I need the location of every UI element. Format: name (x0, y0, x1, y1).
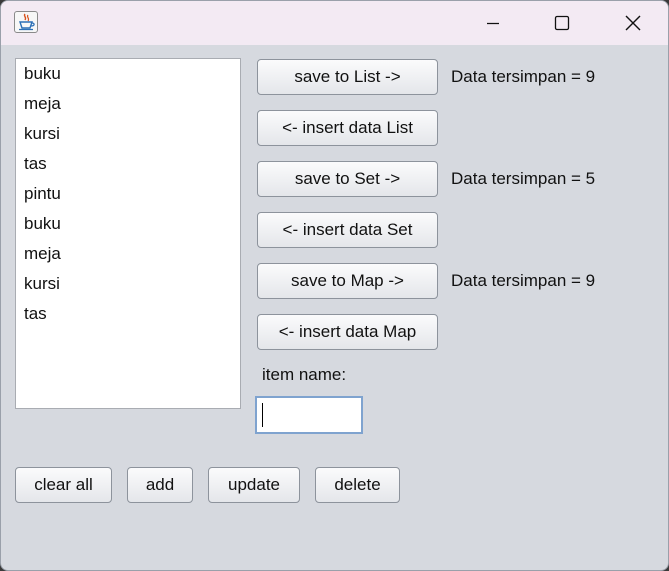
list-item[interactable]: kursi (16, 119, 240, 149)
title-bar (1, 1, 668, 45)
add-button[interactable]: add (127, 467, 193, 503)
list-item[interactable]: meja (16, 89, 240, 119)
list-item[interactable]: buku (16, 209, 240, 239)
close-button[interactable] (610, 1, 656, 45)
minimize-button[interactable] (470, 1, 516, 45)
clear-all-button[interactable]: clear all (15, 467, 112, 503)
close-icon (625, 15, 641, 31)
list-item[interactable]: tas (16, 149, 240, 179)
save-to-set-button[interactable]: save to Set -> (257, 161, 438, 197)
update-button[interactable]: update (208, 467, 300, 503)
list-item[interactable]: pintu (16, 179, 240, 209)
item-list[interactable]: buku meja kursi tas pintu buku meja kurs… (15, 58, 241, 409)
minimize-icon (487, 22, 499, 25)
list-item[interactable]: kursi (16, 269, 240, 299)
app-window: buku meja kursi tas pintu buku meja kurs… (0, 0, 669, 571)
insert-list-button[interactable]: <- insert data List (257, 110, 438, 146)
insert-map-button[interactable]: <- insert data Map (257, 314, 438, 350)
insert-set-button[interactable]: <- insert data Set (257, 212, 438, 248)
list-item[interactable]: meja (16, 239, 240, 269)
list-item[interactable]: tas (16, 299, 240, 329)
set-count-label: Data tersimpan = 5 (451, 169, 596, 188)
java-cup-icon (14, 11, 38, 33)
save-to-map-button[interactable]: save to Map -> (257, 263, 438, 299)
list-item[interactable]: buku (16, 59, 240, 89)
map-count-label: Data tersimpan = 9 (451, 271, 596, 290)
item-name-label: item name: (262, 365, 347, 384)
delete-button[interactable]: delete (315, 467, 400, 503)
maximize-icon (554, 15, 570, 31)
maximize-button[interactable] (539, 1, 585, 45)
text-caret (262, 403, 263, 427)
list-count-label: Data tersimpan = 9 (451, 67, 596, 86)
item-name-input[interactable] (255, 396, 363, 434)
save-to-list-button[interactable]: save to List -> (257, 59, 438, 95)
